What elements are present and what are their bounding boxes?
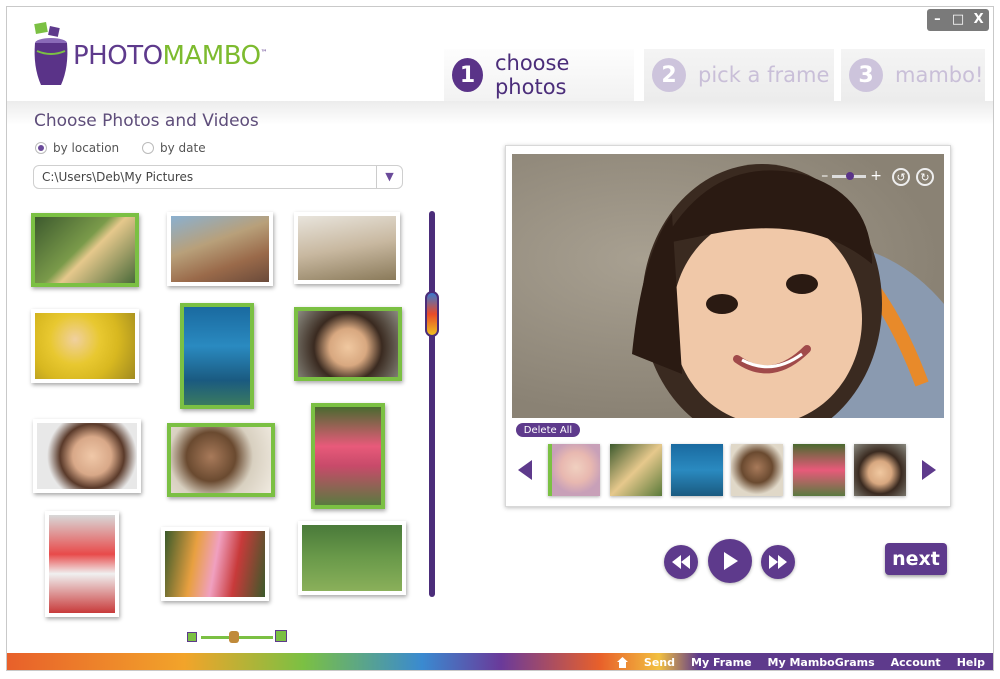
- radio-by-date[interactable]: by date: [142, 141, 206, 155]
- footer-link-account[interactable]: Account: [891, 656, 941, 669]
- tab-pick-a-frame[interactable]: 2 pick a frame: [644, 49, 834, 101]
- zoom-track[interactable]: [832, 171, 867, 180]
- preview-panel: – + ↺ ↻ Delete All: [505, 145, 951, 507]
- section-title: Choose Photos and Videos: [34, 111, 259, 131]
- radio-label-location: by location: [53, 141, 120, 155]
- logo-photo-text: PHOTO: [73, 41, 163, 71]
- photo-image: [315, 407, 381, 505]
- photo-thumbnail[interactable]: [33, 419, 141, 493]
- selected-photo-thumbnail[interactable]: [671, 444, 723, 496]
- photo-thumbnail[interactable]: [31, 309, 139, 383]
- tab-mambo[interactable]: 3 mambo!: [841, 49, 985, 101]
- delete-all-button[interactable]: Delete All: [516, 423, 580, 437]
- radio-label-date: by date: [160, 141, 206, 155]
- footer-bar: Send My Frame My MamboGrams Account Help: [7, 653, 993, 670]
- strip-next-icon[interactable]: [922, 460, 936, 480]
- child-portrait-image: [632, 164, 944, 418]
- photo-image: [184, 307, 250, 405]
- photo-image: [171, 427, 271, 493]
- play-button[interactable]: [708, 539, 752, 583]
- folder-path-dropdown[interactable]: C:\Users\Deb\My Pictures ▼: [33, 165, 403, 189]
- logo-mambo-text: MAMBO: [162, 41, 262, 71]
- rotate-left-icon[interactable]: ↺: [892, 168, 910, 186]
- footer-link-my-mambograms[interactable]: My MamboGrams: [768, 656, 875, 669]
- photo-thumbnail[interactable]: [294, 212, 400, 284]
- close-button[interactable]: X: [971, 9, 987, 31]
- photo-image: [298, 311, 398, 377]
- step-label-choose-photos: choose photos: [494, 51, 570, 99]
- selected-photo-thumbnail[interactable]: [854, 444, 906, 496]
- fast-forward-icon: [769, 555, 787, 569]
- selected-photo-thumbnail[interactable]: [731, 444, 783, 496]
- chevron-down-icon[interactable]: ▼: [376, 166, 402, 188]
- photo-thumbnail[interactable]: [167, 423, 275, 497]
- radio-by-location[interactable]: by location: [35, 141, 119, 155]
- radio-dot: [142, 142, 154, 154]
- strip-prev-icon[interactable]: [518, 460, 532, 480]
- folder-path-value: C:\Users\Deb\My Pictures: [42, 170, 194, 184]
- thumbnail-size-slider[interactable]: [187, 627, 287, 647]
- selected-photo-thumbnail[interactable]: [610, 444, 662, 496]
- photo-thumbnail[interactable]: [45, 511, 119, 617]
- zoom-in-icon[interactable]: +: [870, 168, 882, 184]
- minimize-button[interactable]: –: [929, 9, 945, 31]
- preview-photo: – + ↺ ↻: [512, 154, 944, 418]
- next-button[interactable]: next: [885, 543, 947, 575]
- footer-link-help[interactable]: Help: [957, 656, 985, 669]
- rewind-icon: [672, 555, 690, 569]
- window-controls: – □ X: [927, 9, 989, 31]
- radio-dot-selected: [35, 142, 47, 154]
- step-number-3: 3: [849, 58, 883, 92]
- rotate-right-icon[interactable]: ↻: [916, 168, 934, 186]
- thumbnail-scrollbar[interactable]: [429, 211, 435, 597]
- photo-image: [35, 217, 135, 283]
- logo-trademark: ™: [260, 48, 268, 57]
- large-thumbnail-icon: [275, 630, 287, 642]
- photo-image: [165, 531, 265, 597]
- logo-wordmark: PHOTOMAMBO™: [73, 41, 268, 71]
- photo-image: [49, 515, 115, 613]
- rewind-button[interactable]: [664, 545, 698, 579]
- photo-thumbnail[interactable]: [298, 521, 406, 595]
- photo-thumbnail[interactable]: [311, 403, 385, 509]
- photo-thumbnail[interactable]: [167, 212, 273, 286]
- photo-thumbnail[interactable]: [294, 307, 402, 381]
- photo-thumbnail[interactable]: [161, 527, 269, 601]
- size-slider-handle[interactable]: [229, 631, 239, 643]
- photo-thumbnail[interactable]: [180, 303, 254, 409]
- footer-link-send[interactable]: Send: [644, 656, 675, 669]
- photo-thumbnail[interactable]: [31, 213, 139, 287]
- photo-image: [171, 216, 269, 282]
- photo-image: [302, 525, 402, 591]
- step-number-1: 1: [452, 58, 483, 92]
- photomambo-window: – □ X PHOTOMAMBO™ 1 choose photos 2 pick…: [6, 6, 994, 671]
- footer-nav: Send My Frame My MamboGrams Account Help: [616, 653, 985, 670]
- play-icon: [724, 552, 738, 570]
- conga-drum-icon: [34, 22, 68, 85]
- maximize-button[interactable]: □: [950, 9, 966, 31]
- small-thumbnail-icon: [187, 632, 197, 642]
- home-icon[interactable]: [616, 657, 628, 668]
- selected-photo-thumbnail[interactable]: [548, 444, 600, 496]
- photo-image: [37, 423, 137, 489]
- step-label-pick-a-frame: pick a frame: [698, 63, 830, 87]
- footer-link-my-frame[interactable]: My Frame: [691, 656, 752, 669]
- photo-image: [35, 313, 135, 379]
- scrollbar-handle[interactable]: [425, 291, 439, 337]
- preview-zoom-control[interactable]: – +: [821, 168, 882, 184]
- photomambo-logo: PHOTOMAMBO™: [29, 21, 268, 91]
- selected-photo-thumbnail[interactable]: [793, 444, 845, 496]
- step-number-2: 2: [652, 58, 686, 92]
- step-label-mambo: mambo!: [895, 63, 984, 87]
- zoom-out-icon[interactable]: –: [821, 168, 828, 184]
- tab-choose-photos[interactable]: 1 choose photos: [444, 49, 634, 101]
- photo-image: [298, 216, 396, 280]
- fast-forward-button[interactable]: [761, 545, 795, 579]
